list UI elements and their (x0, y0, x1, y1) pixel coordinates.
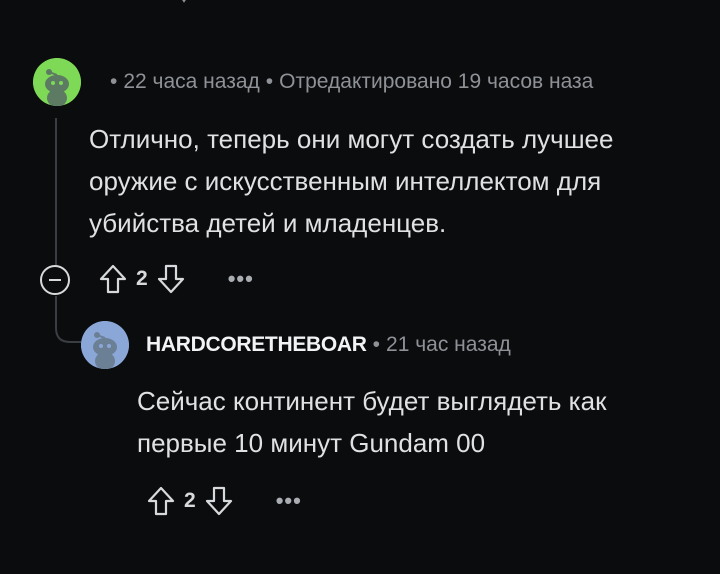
reply-meta: HARDCORETHEBOAR • 21 час назад (146, 333, 511, 357)
comment-body-line: убийства детей и младенцев. (89, 208, 447, 238)
separator-dot: • (372, 333, 381, 356)
separator-dot: • (265, 70, 274, 93)
edited-label: Отредактировано 19 часов наза (279, 70, 594, 93)
comment-meta: • 22 часа назад • Отредактировано 19 часов … (104, 70, 593, 94)
previous-item-remnant (150, 0, 200, 3)
comment-time: 22 часа назад (123, 70, 260, 93)
reply-body-line: первые 10 минут Gundam 00 (137, 428, 486, 458)
thread-line[interactable] (55, 118, 57, 266)
minus-icon (49, 279, 61, 281)
downvote-arrow-icon (157, 264, 184, 294)
reply-body: Сейчас континент будет выглядеть как пер… (137, 380, 606, 464)
comment-body-line: Отлично, теперь они могут создать лучшее (89, 124, 614, 154)
more-options-button[interactable]: ••• (276, 488, 302, 514)
comment-body-line: оружие с искусственным интеллектом для (89, 166, 602, 196)
upvote-arrow-icon (147, 486, 175, 516)
upvote-button[interactable] (96, 262, 130, 296)
more-options-button[interactable]: ••• (228, 266, 254, 292)
upvote-button[interactable] (144, 484, 178, 518)
snoo-avatar-icon (81, 321, 129, 369)
downvote-button[interactable] (202, 484, 236, 518)
downvote-button[interactable] (154, 262, 188, 296)
avatar[interactable] (33, 58, 81, 106)
reply-actions: 2 ••• (144, 484, 302, 518)
vote-count: 2 (136, 267, 148, 290)
collapse-thread-button[interactable] (40, 265, 70, 295)
comment-actions: 2 ••• (96, 262, 254, 296)
avatar[interactable] (81, 321, 129, 369)
username-link[interactable]: HARDCORETHEBOAR (146, 333, 367, 356)
reply-body-line: Сейчас континент будет выглядеть как (137, 386, 607, 416)
upvote-arrow-icon (99, 264, 127, 294)
downvote-arrow-icon (205, 486, 232, 516)
separator-dot: • (110, 70, 118, 93)
comment-body: Отлично, теперь они могут создать лучшее… (89, 118, 613, 244)
snoo-avatar-icon (33, 58, 81, 106)
reply-time: 21 час назад (386, 333, 511, 356)
vote-count: 2 (184, 489, 196, 512)
